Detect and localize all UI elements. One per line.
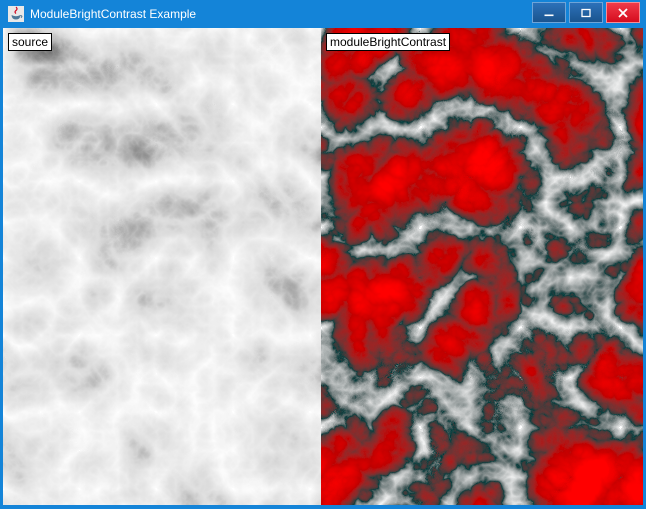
source-panel: source: [3, 28, 321, 505]
window-controls: [532, 0, 643, 23]
source-image-label: source: [8, 33, 52, 51]
close-icon: [618, 8, 628, 18]
titlebar[interactable]: ModuleBrightContrast Example: [3, 0, 643, 28]
java-icon: [8, 6, 24, 22]
maximize-button[interactable]: [569, 2, 603, 23]
processed-image-label: moduleBrightContrast: [326, 33, 450, 51]
processed-image: [321, 28, 643, 505]
maximize-icon: [581, 8, 591, 18]
content-area: source moduleBrightContrast: [3, 28, 643, 505]
window-title: ModuleBrightContrast Example: [30, 7, 196, 21]
minimize-button[interactable]: [532, 2, 566, 23]
source-image: [3, 28, 321, 505]
close-button[interactable]: [606, 2, 640, 23]
minimize-icon: [544, 8, 554, 18]
app-window: ModuleBrightContrast Example: [0, 0, 646, 509]
processed-panel: moduleBrightContrast: [321, 28, 643, 505]
